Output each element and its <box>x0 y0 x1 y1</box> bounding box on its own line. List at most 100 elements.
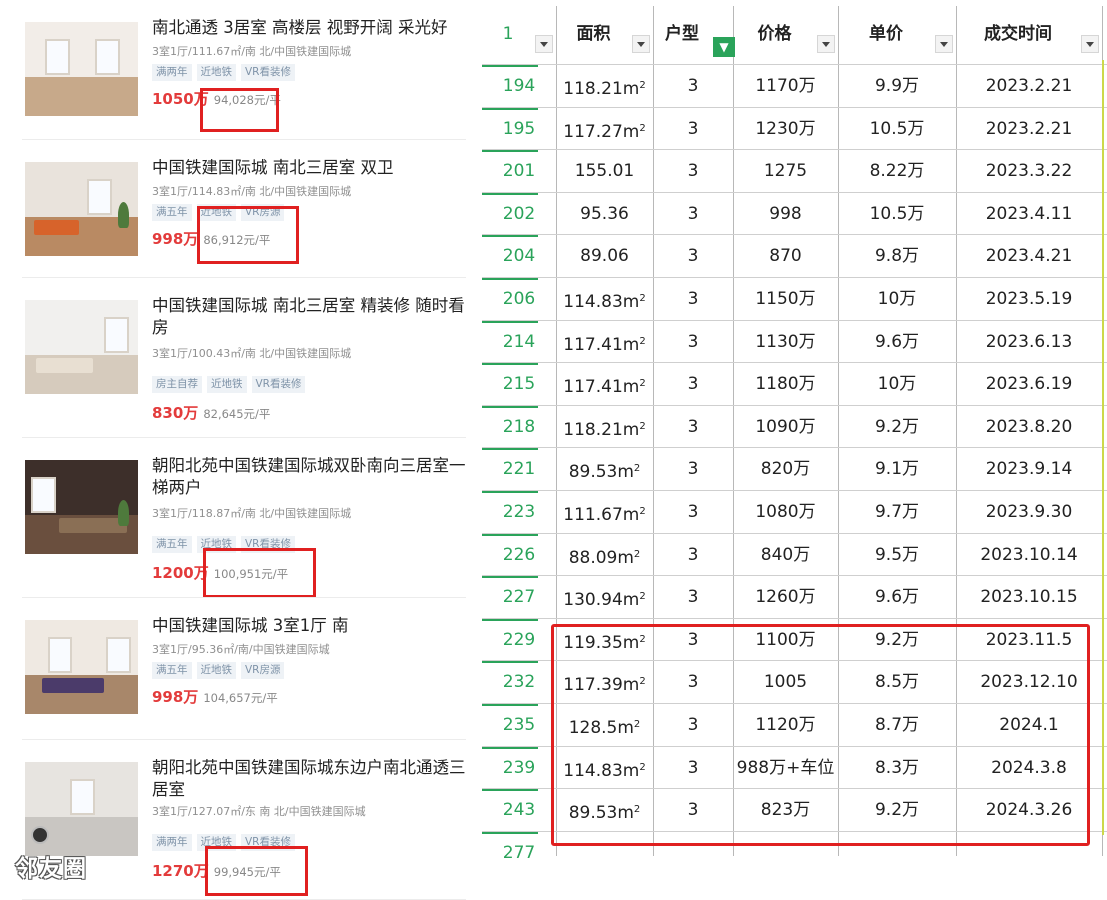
listing-title[interactable]: 朝阳北苑中国铁建国际城双卧南向三居室一梯两户 <box>152 455 468 499</box>
row-number[interactable]: 239 <box>482 747 556 790</box>
dropdown-arrow-icon[interactable] <box>535 35 553 53</box>
column-header[interactable]: 价格 <box>733 6 838 62</box>
row-number[interactable]: 232 <box>482 661 556 704</box>
cell-unit[interactable]: 10.5万 <box>838 108 956 151</box>
cell-type[interactable]: 3 <box>653 534 733 577</box>
cell-type[interactable]: 3 <box>653 278 733 321</box>
cell-type[interactable]: 3 <box>653 321 733 364</box>
cell-type[interactable]: 3 <box>653 576 733 619</box>
cell-price[interactable]: 840万 <box>733 534 838 577</box>
cell-price[interactable]: 1230万 <box>733 108 838 151</box>
cell-area[interactable]: 118.21m2 <box>556 65 653 108</box>
table-row[interactable]: 214 117.41m2 3 1130万 9.6万 2023.6.13 <box>482 319 1107 364</box>
row-number[interactable]: 206 <box>482 278 556 321</box>
filter-icon[interactable]: ▼ <box>713 37 735 57</box>
cell-type[interactable]: 3 <box>653 150 733 193</box>
table-row[interactable]: 227 130.94m2 3 1260万 9.6万 2023.10.15 <box>482 575 1107 618</box>
cell-price[interactable]: 998 <box>733 193 838 236</box>
column-header[interactable]: 户型 ▼ <box>653 6 735 62</box>
cell-area[interactable]: 88.09m2 <box>556 534 653 577</box>
table-row[interactable]: 226 88.09m2 3 840万 9.5万 2023.10.14 <box>482 532 1107 577</box>
cell-date[interactable]: 2023.4.21 <box>956 235 1102 278</box>
cell-area[interactable]: 117.41m2 <box>556 363 653 406</box>
cell-date[interactable]: 2023.6.13 <box>956 321 1102 364</box>
table-row[interactable]: 218 118.21m2 3 1090万 9.2万 2023.8.20 <box>482 404 1107 449</box>
listing-card[interactable]: 中国铁建国际城 3室1厅 南 3室1厅/95.36㎡/南/中国铁建国际城 满五年 近地… <box>0 598 478 740</box>
table-row[interactable]: 204 89.06 3 870 9.8万 2023.4.21 <box>482 234 1107 277</box>
cell-type[interactable]: 3 <box>653 108 733 151</box>
cell-unit[interactable]: 10万 <box>838 278 956 321</box>
cell-area[interactable]: 155.01 <box>556 150 653 193</box>
cell-date[interactable]: 2023.2.21 <box>956 108 1102 151</box>
row-number[interactable]: 229 <box>482 619 556 662</box>
cell-unit[interactable]: 10.5万 <box>838 193 956 236</box>
table-row[interactable]: 206 114.83m2 3 1150万 10万 2023.5.19 <box>482 277 1107 320</box>
listing-title[interactable]: 朝阳北苑中国铁建国际城东边户南北通透三居室 <box>152 757 468 801</box>
listing-card[interactable]: 中国铁建国际城 南北三居室 精装修 随时看房 3室1厅/100.43㎡/南 北/中… <box>0 278 478 438</box>
listing-title[interactable]: 南北通透 3居室 高楼层 视野开阔 采光好 <box>152 17 468 39</box>
cell-date[interactable]: 2023.9.30 <box>956 491 1102 534</box>
cell-date[interactable]: 2023.8.20 <box>956 406 1102 449</box>
dropdown-arrow-icon[interactable] <box>935 35 953 53</box>
cell-area[interactable]: 118.21m2 <box>556 406 653 449</box>
table-row[interactable]: 215 117.41m2 3 1180万 10万 2023.6.19 <box>482 362 1107 405</box>
cell-unit[interactable]: 10万 <box>838 363 956 406</box>
table-row[interactable]: 223 111.67m2 3 1080万 9.7万 2023.9.30 <box>482 490 1107 533</box>
row-number[interactable]: 223 <box>482 491 556 534</box>
cell-unit[interactable]: 9.2万 <box>838 406 956 449</box>
table-row[interactable]: 195 117.27m2 3 1230万 10.5万 2023.2.21 <box>482 106 1107 151</box>
cell-area[interactable]: 130.94m2 <box>556 576 653 619</box>
column-header[interactable]: 单价 <box>838 6 956 62</box>
table-row[interactable]: 201 155.01 3 1275 8.22万 2023.3.22 <box>482 149 1107 192</box>
cell-unit[interactable]: 9.8万 <box>838 235 956 278</box>
cell-type[interactable]: 3 <box>653 65 733 108</box>
cell-type[interactable]: 3 <box>653 406 733 449</box>
cell-unit[interactable]: 9.6万 <box>838 321 956 364</box>
row-number[interactable]: 218 <box>482 406 556 449</box>
cell-type[interactable]: 3 <box>653 193 733 236</box>
cell-date[interactable]: 2023.5.19 <box>956 278 1102 321</box>
cell-price[interactable]: 870 <box>733 235 838 278</box>
listing-card[interactable]: 南北通透 3居室 高楼层 视野开阔 采光好 3室1厅/111.67㎡/南 北/中国… <box>0 0 478 140</box>
cell-area[interactable]: 89.53m2 <box>556 448 653 491</box>
listing-title[interactable]: 中国铁建国际城 南北三居室 双卫 <box>152 157 468 179</box>
cell-area[interactable]: 89.06 <box>556 235 653 278</box>
cell-date[interactable]: 2023.10.15 <box>956 576 1102 619</box>
column-header[interactable]: 面积 <box>556 6 653 62</box>
listing-photo[interactable] <box>25 460 138 554</box>
cell-price[interactable]: 1130万 <box>733 321 838 364</box>
row-number[interactable]: 221 <box>482 448 556 491</box>
listing-card[interactable]: 朝阳北苑中国铁建国际城双卧南向三居室一梯两户 3室1厅/118.87㎡/南 北/中… <box>0 438 478 598</box>
listing-title[interactable]: 中国铁建国际城 南北三居室 精装修 随时看房 <box>152 295 468 339</box>
listing-photo[interactable] <box>25 300 138 394</box>
row-number[interactable]: 204 <box>482 235 556 278</box>
cell-type[interactable]: 3 <box>653 235 733 278</box>
cell-area[interactable]: 114.83m2 <box>556 278 653 321</box>
cell-type[interactable]: 3 <box>653 448 733 491</box>
listing-title[interactable]: 中国铁建国际城 3室1厅 南 <box>152 615 468 637</box>
cell-unit[interactable]: 9.7万 <box>838 491 956 534</box>
row-number[interactable]: 226 <box>482 534 556 577</box>
dropdown-arrow-icon[interactable] <box>1081 35 1099 53</box>
listing-photo[interactable] <box>25 162 138 256</box>
cell-unit[interactable]: 8.22万 <box>838 150 956 193</box>
cell-date[interactable]: 2023.6.19 <box>956 363 1102 406</box>
row-number[interactable]: 235 <box>482 704 556 747</box>
cell-price[interactable]: 1080万 <box>733 491 838 534</box>
cell-unit[interactable]: 9.9万 <box>838 65 956 108</box>
row-number[interactable]: 277 <box>482 832 556 858</box>
cell-price[interactable]: 1150万 <box>733 278 838 321</box>
row-number[interactable]: 202 <box>482 193 556 236</box>
row-number[interactable]: 243 <box>482 789 556 832</box>
row-number[interactable]: 227 <box>482 576 556 619</box>
cell-unit[interactable]: 9.6万 <box>838 576 956 619</box>
row-number[interactable]: 215 <box>482 363 556 406</box>
cell-area[interactable]: 117.41m2 <box>556 321 653 364</box>
cell-type[interactable]: 3 <box>653 363 733 406</box>
cell-unit[interactable]: 9.1万 <box>838 448 956 491</box>
table-row[interactable]: 194 118.21m2 3 1170万 9.9万 2023.2.21 <box>482 64 1107 107</box>
cell-price[interactable]: 1275 <box>733 150 838 193</box>
row-number-header[interactable]: 1 <box>482 6 556 62</box>
row-number[interactable]: 194 <box>482 65 556 108</box>
cell-date[interactable]: 2023.10.14 <box>956 534 1102 577</box>
